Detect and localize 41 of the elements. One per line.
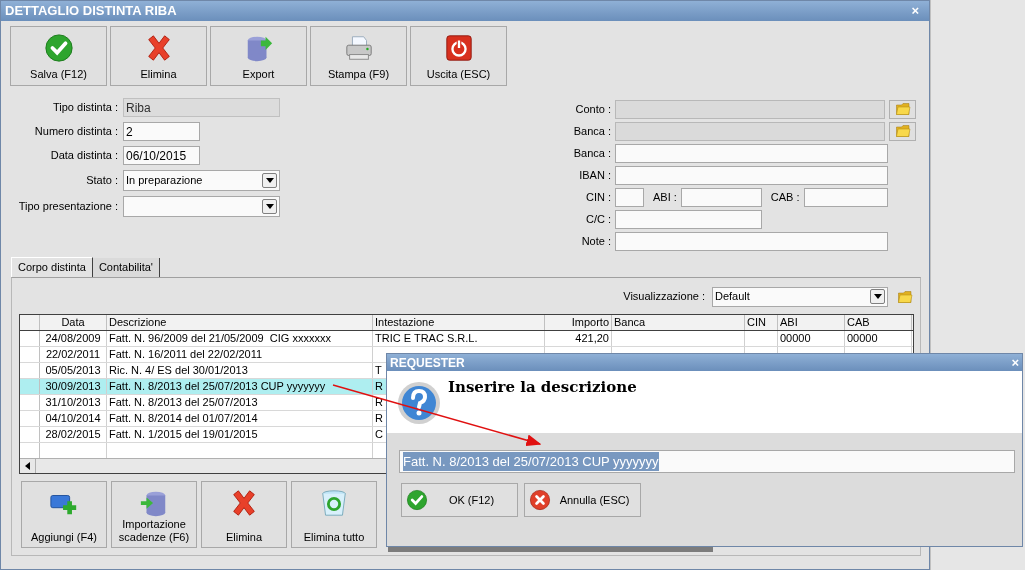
view-label: Visualizzazione : [623,289,706,305]
table-cell: Fatt. N. 8/2014 del 01/07/2014 [109,412,258,424]
field-label: Banca : [572,145,612,161]
field-label: Numero distinta : [33,124,119,140]
window-title: DETTAGLIO DISTINTA RIBA [5,2,177,21]
table-cell: 00000 [847,332,878,344]
field-label: Data distinta : [49,148,119,164]
field-label: CIN : [584,189,612,205]
table-cell: 30/09/2013 [45,380,101,392]
table-cell: 04/10/2014 [45,412,101,424]
field-label: Note : [580,233,612,249]
dialog-title: REQUESTER [390,354,465,372]
dialog-prompt: Inserire la descrizione [448,377,637,398]
field-label: Banca : [572,123,612,139]
table-cell: Fatt. N. 8/2013 del 25/07/2013 CUP yyyyyyy [109,380,326,392]
field-label: Tipo distinta : [52,100,119,116]
selected-text: Fatt. N. 8/2013 del 25/07/2013 CUP yyyyyyy [403,451,659,472]
field-label: Tipo presentazione : [17,199,119,215]
table-cell: TRIC E TRAC S.R.L. [375,332,478,344]
table-cell: C [375,428,383,440]
table-cell: 00000 [780,332,811,344]
table-cell: T [375,364,382,376]
table-cell: Fatt. N. 96/2009 del 21/05/2009 CIG xxxxxxx [109,332,331,344]
table-cell: 05/05/2013 [45,364,101,376]
table-cell: R [375,380,383,392]
table-cell: Fatt. N. 1/2015 del 19/01/2015 [109,428,258,440]
table-cell: 22/02/2011 [45,348,101,360]
field-label: CAB : [769,189,801,205]
table-cell: Fatt. N. 16/2011 del 22/02/2011 [109,348,263,360]
table-cell: Fatt. N. 8/2013 del 25/07/2013 [109,396,258,408]
field-label: C/C : [584,211,612,227]
table-cell: 28/02/2015 [45,428,101,440]
table-cell: 421,20 [575,332,609,344]
table-cell: R [375,412,383,424]
field-label: Conto : [574,101,612,117]
field-label: ABI : [652,189,678,205]
table-cell: 31/10/2013 [45,396,101,408]
table-cell: 24/08/2009 [45,332,101,344]
table-cell: Ric. N. 4/ ES del 30/01/2013 [109,364,248,376]
field-label: Stato : [85,173,119,189]
field-label: IBAN : [578,167,612,183]
